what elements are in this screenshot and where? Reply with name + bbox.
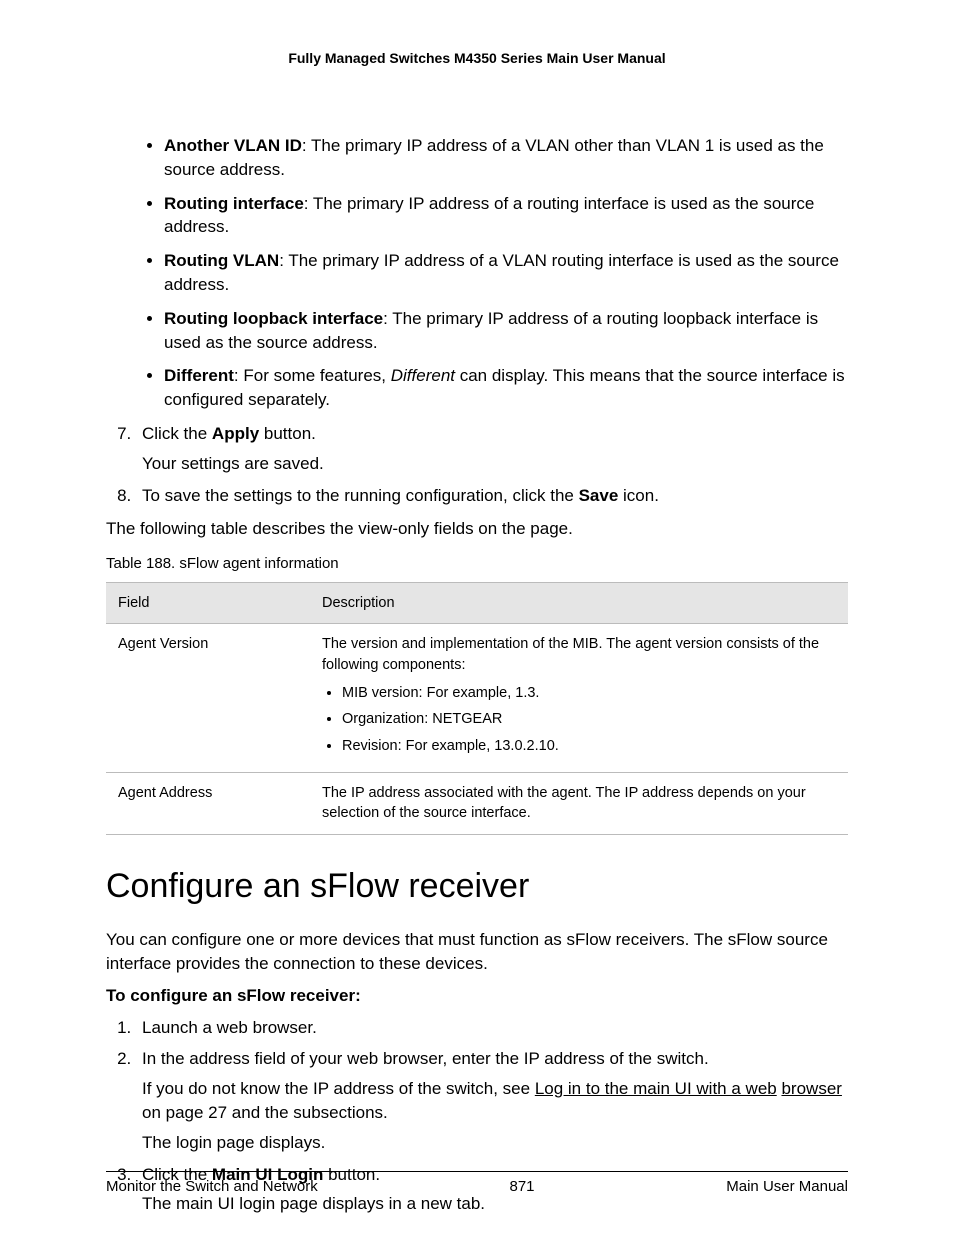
text: on page 27 and the subsections.: [142, 1103, 388, 1122]
term: Routing interface: [164, 194, 304, 213]
term: Different: [164, 366, 234, 385]
page-footer: Monitor the Switch and Network 871 Main …: [106, 1163, 848, 1195]
footer-left: Monitor the Switch and Network: [106, 1178, 318, 1195]
desc-text: The version and implementation of the MI…: [322, 636, 819, 672]
document-header: Fully Managed Switches M4350 Series Main…: [106, 50, 848, 66]
step-sub: If you do not know the IP address of the…: [142, 1077, 848, 1125]
table-caption: Table 188. sFlow agent information: [106, 553, 848, 574]
italic-text: Different: [391, 366, 455, 385]
step-8: To save the settings to the running conf…: [136, 484, 848, 508]
section-title: Configure an sFlow receiver: [106, 863, 848, 911]
text: Click the: [142, 424, 212, 443]
footer-rule: [106, 1171, 848, 1172]
term: Routing VLAN: [164, 251, 279, 270]
text: To save the settings to the running conf…: [142, 486, 579, 505]
list-item: Organization: NETGEAR: [342, 709, 836, 729]
text: In the address field of your web browser…: [142, 1049, 709, 1068]
section-intro: You can configure one or more devices th…: [106, 928, 848, 976]
cell-field: Agent Version: [106, 624, 310, 772]
step-sub: Your settings are saved.: [142, 452, 848, 476]
table-header-field: Field: [106, 583, 310, 624]
term: Routing loopback interface: [164, 309, 383, 328]
table-intro-text: The following table describes the view-o…: [106, 517, 848, 541]
desc-list: MIB version: For example, 1.3. Organizat…: [322, 683, 836, 756]
text: button.: [259, 424, 316, 443]
text: icon.: [618, 486, 659, 505]
save-label: Save: [579, 486, 619, 505]
source-address-bullets: Another VLAN ID: The primary IP address …: [106, 134, 848, 412]
list-item: Revision: For example, 13.0.2.10.: [342, 736, 836, 756]
list-item: MIB version: For example, 1.3.: [342, 683, 836, 703]
sflow-agent-table: Field Description Agent Version The vers…: [106, 582, 848, 834]
table-row: Agent Address The IP address associated …: [106, 772, 848, 834]
cell-description: The IP address associated with the agent…: [310, 772, 848, 834]
step-2: In the address field of your web browser…: [136, 1047, 848, 1154]
list-item: Routing interface: The primary IP addres…: [164, 192, 848, 240]
list-item-different: Different: For some features, Different …: [164, 364, 848, 412]
link-text[interactable]: Log in to the main UI with a web: [535, 1079, 777, 1098]
list-item: Routing VLAN: The primary IP address of …: [164, 249, 848, 297]
procedure-heading: To configure an sFlow receiver:: [106, 984, 848, 1008]
step-1: Launch a web browser.: [136, 1016, 848, 1040]
steps-continued: Click the Apply button. Your settings ar…: [106, 422, 848, 507]
cell-field: Agent Address: [106, 772, 310, 834]
term: Another VLAN ID: [164, 136, 302, 155]
text: If you do not know the IP address of the…: [142, 1079, 535, 1098]
list-item: Routing loopback interface: The primary …: [164, 307, 848, 355]
page-number: 871: [510, 1178, 535, 1195]
step-7: Click the Apply button. Your settings ar…: [136, 422, 848, 476]
step-sub: The main UI login page displays in a new…: [142, 1192, 848, 1216]
cell-description: The version and implementation of the MI…: [310, 624, 848, 772]
list-item: Another VLAN ID: The primary IP address …: [164, 134, 848, 182]
table-header-description: Description: [310, 583, 848, 624]
apply-label: Apply: [212, 424, 259, 443]
text: : For some features,: [234, 366, 391, 385]
step-sub: The login page displays.: [142, 1131, 848, 1155]
table-row: Agent Version The version and implementa…: [106, 624, 848, 772]
footer-right: Main User Manual: [726, 1178, 848, 1195]
link-text[interactable]: browser: [781, 1079, 841, 1098]
